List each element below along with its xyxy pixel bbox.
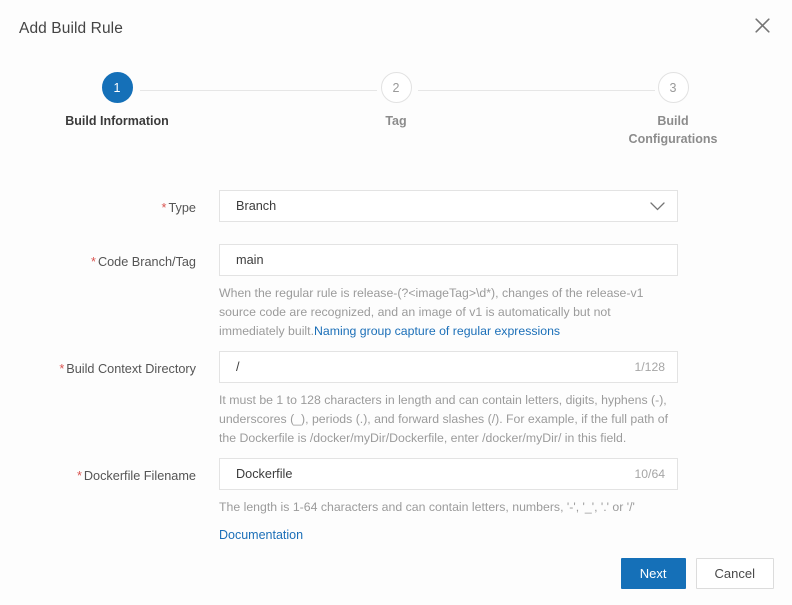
build-rule-form: * Type Branch * Code Branch/Tag main Whe… [0, 190, 792, 544]
step-label: Tag [385, 114, 407, 128]
dockerfile-filename-label: * Dockerfile Filename [0, 458, 196, 484]
form-row-build-context-directory: * Build Context Directory / 1/128 It must… [0, 351, 792, 448]
stepper-step-build-configurations[interactable]: 3 Build Configurations [593, 68, 753, 148]
dialog-footer: Next Cancel [620, 558, 774, 589]
build-context-directory-label: * Build Context Directory [0, 351, 196, 377]
build-context-directory-value: / [236, 360, 240, 374]
dockerfile-filename-input[interactable]: Dockerfile 10/64 [219, 458, 678, 490]
step-number-badge: 2 [380, 72, 412, 103]
regex-naming-group-link[interactable]: Naming group capture of regular expressi… [314, 324, 560, 338]
stepper-step-build-information[interactable]: 1 Build Information [37, 68, 197, 130]
dockerfile-filename-control: Dockerfile 10/64 The length is 1-64 char… [219, 458, 678, 544]
type-select-value: Branch [236, 199, 277, 213]
code-branch-tag-input[interactable]: main [219, 244, 678, 276]
step-label: Build Configurations [628, 114, 718, 146]
add-build-rule-dialog: Add Build Rule 1 Build Information 2 Tag… [0, 0, 792, 605]
dockerfile-filename-label-text: Dockerfile Filename [83, 469, 196, 483]
dockerfile-filename-counter: 10/64 [634, 467, 666, 481]
form-row-type: * Type Branch [0, 190, 792, 222]
build-context-directory-counter: 1/128 [634, 360, 666, 374]
step-number-badge: 3 [657, 72, 689, 103]
type-select[interactable]: Branch [219, 190, 678, 222]
stepper-step-tag[interactable]: 2 Tag [316, 68, 476, 130]
code-branch-tag-value: main [236, 253, 264, 267]
step-label: Build Information [65, 114, 169, 128]
stepper: 1 Build Information 2 Tag 3 Build Config… [0, 68, 792, 168]
build-context-directory-control: / 1/128 It must be 1 to 128 characters i… [219, 351, 678, 448]
form-row-dockerfile-filename: * Dockerfile Filename Dockerfile 10/64 Th… [0, 458, 792, 544]
required-marker: * [161, 201, 167, 215]
dialog-header: Add Build Rule [0, 0, 792, 60]
cancel-button[interactable]: Cancel [695, 558, 774, 589]
required-marker: * [59, 362, 65, 376]
build-context-directory-helper: It must be 1 to 128 characters in length… [219, 393, 669, 445]
code-branch-tag-label-text: Code Branch/Tag [97, 255, 196, 269]
documentation-link[interactable]: Documentation [219, 528, 303, 542]
type-control: Branch [219, 190, 678, 222]
build-context-directory-label-text: Build Context Directory [66, 362, 196, 376]
required-marker: * [91, 255, 96, 269]
form-row-code-branch-tag: * Code Branch/Tag main When the regular r… [0, 244, 792, 341]
chevron-down-icon [650, 201, 677, 211]
page-title: Add Build Rule [19, 20, 123, 37]
dockerfile-filename-value: Dockerfile [236, 467, 293, 481]
code-branch-tag-helper: When the regular rule is release-(?<imag… [219, 284, 671, 341]
code-branch-tag-label: * Code Branch/Tag [0, 244, 196, 270]
type-label: * Type [0, 190, 196, 216]
type-label-text: Type [168, 201, 196, 215]
close-icon [754, 17, 771, 34]
close-button[interactable] [747, 10, 777, 40]
required-marker: * [76, 469, 82, 483]
step-number-badge: 1 [101, 72, 133, 103]
next-button[interactable]: Next [620, 558, 686, 589]
dockerfile-filename-helper: The length is 1-64 characters and can co… [219, 500, 635, 514]
code-branch-tag-control: main When the regular rule is release-(?… [219, 244, 678, 341]
build-context-directory-input[interactable]: / 1/128 [219, 351, 678, 383]
